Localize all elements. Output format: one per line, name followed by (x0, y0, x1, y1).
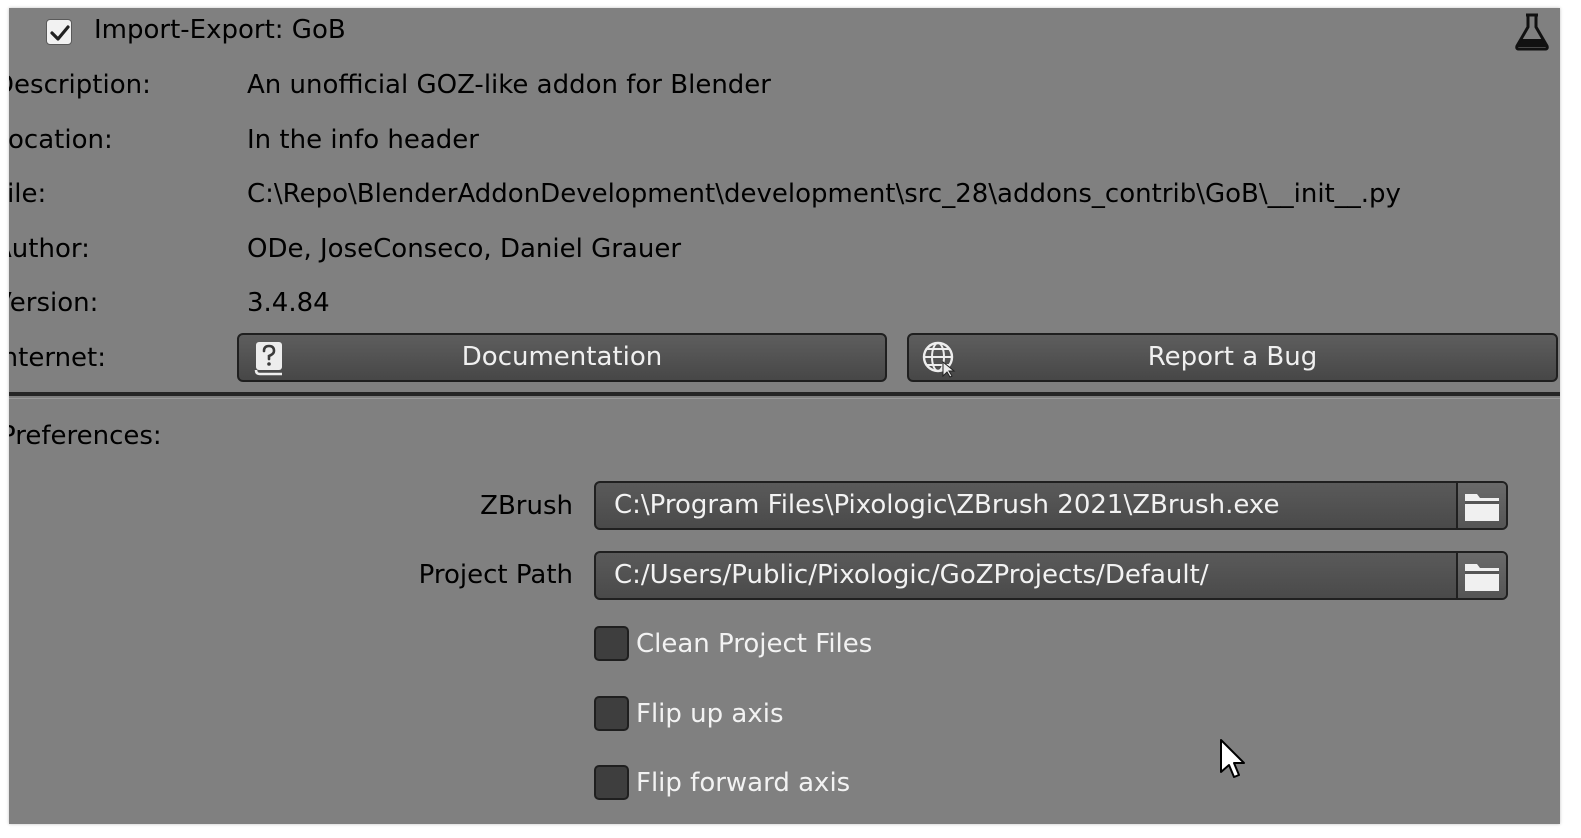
folder-icon (1465, 564, 1499, 591)
folder-icon (1465, 494, 1499, 521)
help-book-icon (254, 342, 282, 376)
zbrush-path-label: ZBrush (480, 491, 573, 521)
version-value: 3.4.84 (247, 288, 330, 318)
documentation-button[interactable]: Documentation (237, 333, 887, 382)
mouse-cursor-icon (1220, 739, 1245, 778)
report-bug-label: Report a Bug (1147, 342, 1318, 372)
flip-forward-axis-checkbox[interactable] (594, 765, 629, 800)
author-label: Author: (9, 234, 90, 264)
project-path-label: Project Path (418, 560, 573, 590)
project-path-value[interactable]: C:/Users/Public/Pixologic/GoZProjects/De… (614, 560, 1209, 590)
author-value: ODe, JoseConseco, Daniel Grauer (247, 234, 682, 264)
section-divider (9, 392, 1560, 396)
zbrush-path-value[interactable]: C:\Program Files\Pixologic\ZBrush 2021\Z… (614, 490, 1279, 520)
internet-label: Internet: (9, 343, 106, 373)
location-label: Location: (9, 125, 113, 155)
flip-forward-axis-label[interactable]: Flip forward axis (636, 768, 850, 798)
description-value: An unofficial GOZ-like addon for Blender (247, 70, 771, 100)
checkmark-icon (50, 25, 70, 41)
flip-up-axis-label[interactable]: Flip up axis (636, 699, 784, 729)
addon-title: Import-Export: GoB (94, 15, 346, 45)
preferences-title: Preferences: (9, 421, 162, 451)
section-divider-highlight (9, 398, 1560, 399)
report-bug-button[interactable]: Report a Bug (907, 333, 1558, 382)
project-path-field[interactable]: C:/Users/Public/Pixologic/GoZProjects/De… (594, 551, 1508, 600)
zbrush-browse-button[interactable] (1456, 483, 1506, 528)
globe-cursor-icon (922, 341, 956, 378)
project-browse-button[interactable] (1456, 553, 1506, 598)
documentation-label: Documentation (461, 342, 663, 372)
description-label: Description: (9, 70, 151, 100)
location-value: In the info header (247, 125, 479, 155)
clean-project-files-checkbox[interactable] (594, 626, 629, 661)
zbrush-path-field[interactable]: C:\Program Files\Pixologic\ZBrush 2021\Z… (594, 481, 1508, 530)
flask-icon[interactable] (1513, 12, 1551, 52)
file-label: File: (9, 179, 47, 209)
version-label: Version: (9, 288, 99, 318)
addon-panel: ▾ Import-Export: GoB Description: An uno… (9, 8, 1560, 824)
addon-enable-checkbox[interactable] (46, 19, 72, 45)
file-value: C:\Repo\BlenderAddonDevelopment\developm… (247, 179, 1401, 209)
clean-project-files-label[interactable]: Clean Project Files (636, 629, 872, 659)
flip-up-axis-checkbox[interactable] (594, 696, 629, 731)
